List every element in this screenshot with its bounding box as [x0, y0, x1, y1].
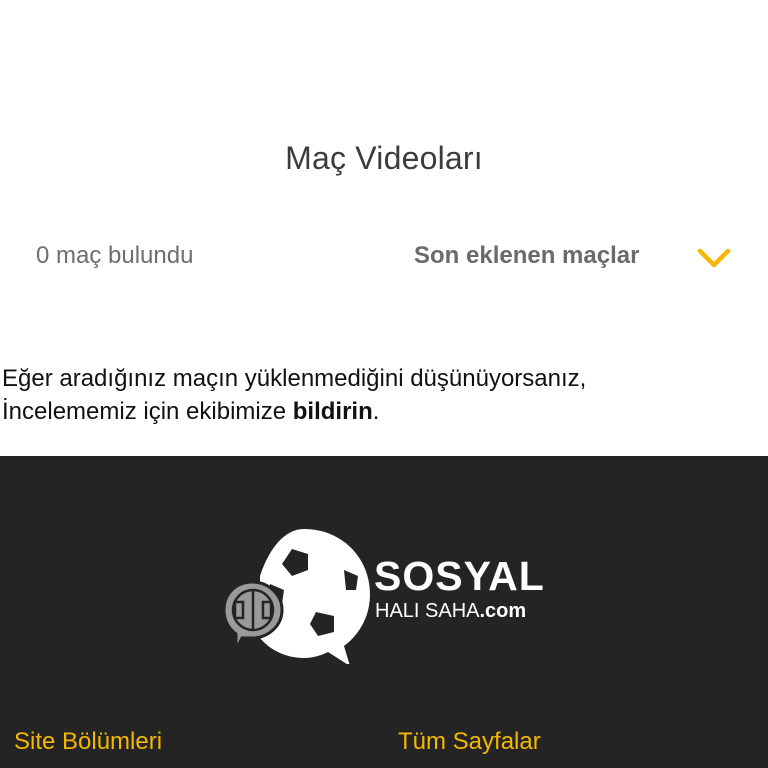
filter-bar: 0 maç bulundu Son eklenen maçlar: [0, 236, 768, 280]
footer-section-all-pages[interactable]: Tüm Sayfalar: [398, 728, 541, 756]
logo-text-sub-name: HALI SAHA: [375, 600, 480, 622]
notice-line-1: Eğer aradığınız maçın yüklenmediğini düş…: [2, 365, 587, 392]
site-logo[interactable]: SOSYAL HALI SAHA.com: [222, 524, 552, 664]
chevron-down-icon: [697, 248, 731, 268]
notice-line-2: İncelememiz için ekibimize bildirin.: [2, 395, 762, 428]
page: Maç Videoları 0 maç bulundu Son eklenen …: [0, 0, 768, 768]
missing-match-notice: Eğer aradığınız maçın yüklenmediğini düş…: [2, 362, 762, 428]
logo-text-sub-suffix: .com: [479, 600, 527, 622]
logo-text-main: SOSYAL: [374, 553, 545, 599]
report-link[interactable]: bildirin: [293, 398, 373, 425]
sort-dropdown[interactable]: Son eklenen maçlar: [414, 236, 744, 280]
page-title: Maç Videoları: [285, 140, 483, 176]
footer-section-site-sections[interactable]: Site Bölümleri: [14, 728, 162, 756]
result-count: 0 maç bulundu: [36, 242, 194, 269]
logo-ball-icon: [222, 529, 370, 664]
notice-line-2-prefix: İncelememiz için ekibimize: [2, 398, 293, 425]
logo-text-sub: HALI SAHA.com: [375, 599, 526, 623]
sort-dropdown-label: Son eklenen maçlar: [414, 242, 640, 269]
footer: SOSYAL HALI SAHA.com Site Bölümleri Tüm …: [0, 456, 768, 768]
notice-line-2-suffix: .: [372, 398, 380, 425]
